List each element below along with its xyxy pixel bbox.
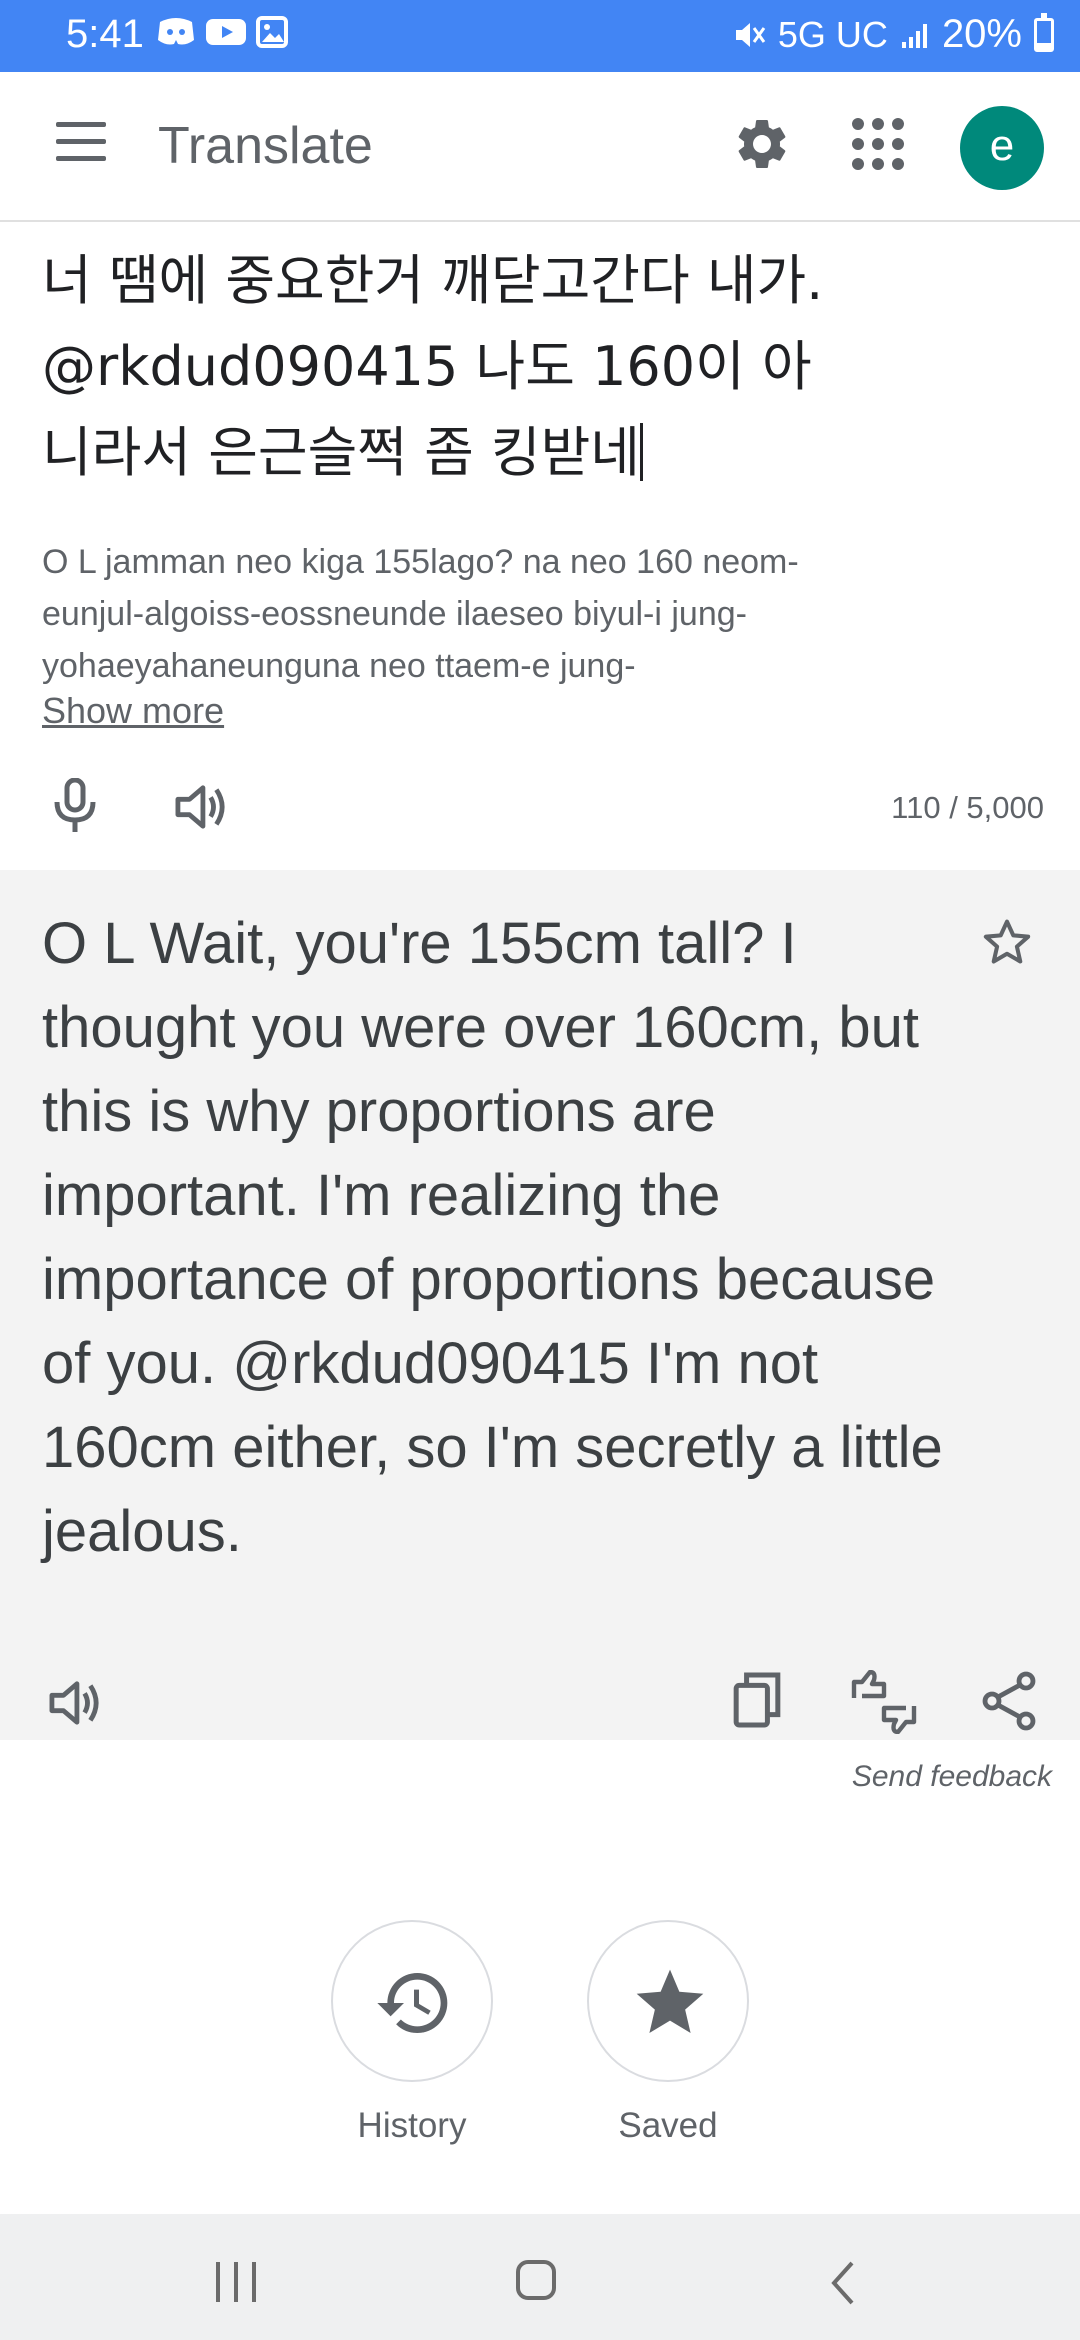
saved-label: Saved xyxy=(618,2106,718,2145)
back-icon[interactable] xyxy=(828,2260,858,2306)
translation-text: O L Wait, you're 155cm tall? I thought y… xyxy=(42,911,943,1564)
settings-gear-icon[interactable] xyxy=(732,114,792,174)
discord-icon xyxy=(158,18,194,45)
recents-icon[interactable] xyxy=(216,2262,258,2302)
speaker-icon[interactable] xyxy=(174,782,228,832)
show-more-link[interactable]: Show more xyxy=(42,690,224,732)
battery-icon xyxy=(1034,12,1054,52)
star-filled-icon xyxy=(636,1969,704,2033)
romanization-text: O L jamman neo kiga 155lago? na neo 160 … xyxy=(42,543,799,685)
microphone-icon[interactable] xyxy=(50,778,100,834)
speaker-icon[interactable] xyxy=(48,1678,102,1728)
status-time: 5:41 xyxy=(66,12,144,56)
send-feedback-link[interactable]: Send feedback xyxy=(852,1760,1052,1794)
status-bar: 5:41 5G UC 20% xyxy=(0,0,1080,72)
menu-icon[interactable] xyxy=(56,122,112,162)
copy-icon[interactable] xyxy=(732,1670,782,1730)
home-icon[interactable] xyxy=(516,2260,556,2300)
signal-icon xyxy=(901,23,927,48)
avatar[interactable]: e xyxy=(960,106,1044,190)
rate-translation-icon[interactable] xyxy=(850,1670,918,1734)
star-outline-icon[interactable] xyxy=(980,916,1034,970)
history-label: History xyxy=(357,2106,467,2145)
youtube-icon xyxy=(206,19,246,45)
mute-icon xyxy=(735,22,766,47)
network-type: 5G UC xyxy=(777,13,888,55)
gallery-icon xyxy=(256,16,288,48)
saved-button[interactable] xyxy=(587,1920,749,2082)
share-icon[interactable] xyxy=(982,1670,1038,1732)
system-nav-bar xyxy=(0,2214,1080,2340)
character-count: 110 / 5,000 xyxy=(891,790,1044,825)
history-button[interactable] xyxy=(331,1920,493,2082)
battery-percent: 20% xyxy=(941,12,1022,56)
history-icon xyxy=(377,1973,448,2033)
app-bar: Translate e xyxy=(0,72,1080,222)
translation-result-panel: O L Wait, you're 155cm tall? I thought y… xyxy=(0,870,1080,1740)
source-text-input[interactable]: 너 땜에 중요한거 깨닫고간다 내가. @rkdud090415 나도 160이… xyxy=(42,238,842,496)
text-cursor xyxy=(639,423,643,481)
app-title: Translate xyxy=(158,117,373,175)
apps-grid-icon[interactable] xyxy=(852,118,904,170)
